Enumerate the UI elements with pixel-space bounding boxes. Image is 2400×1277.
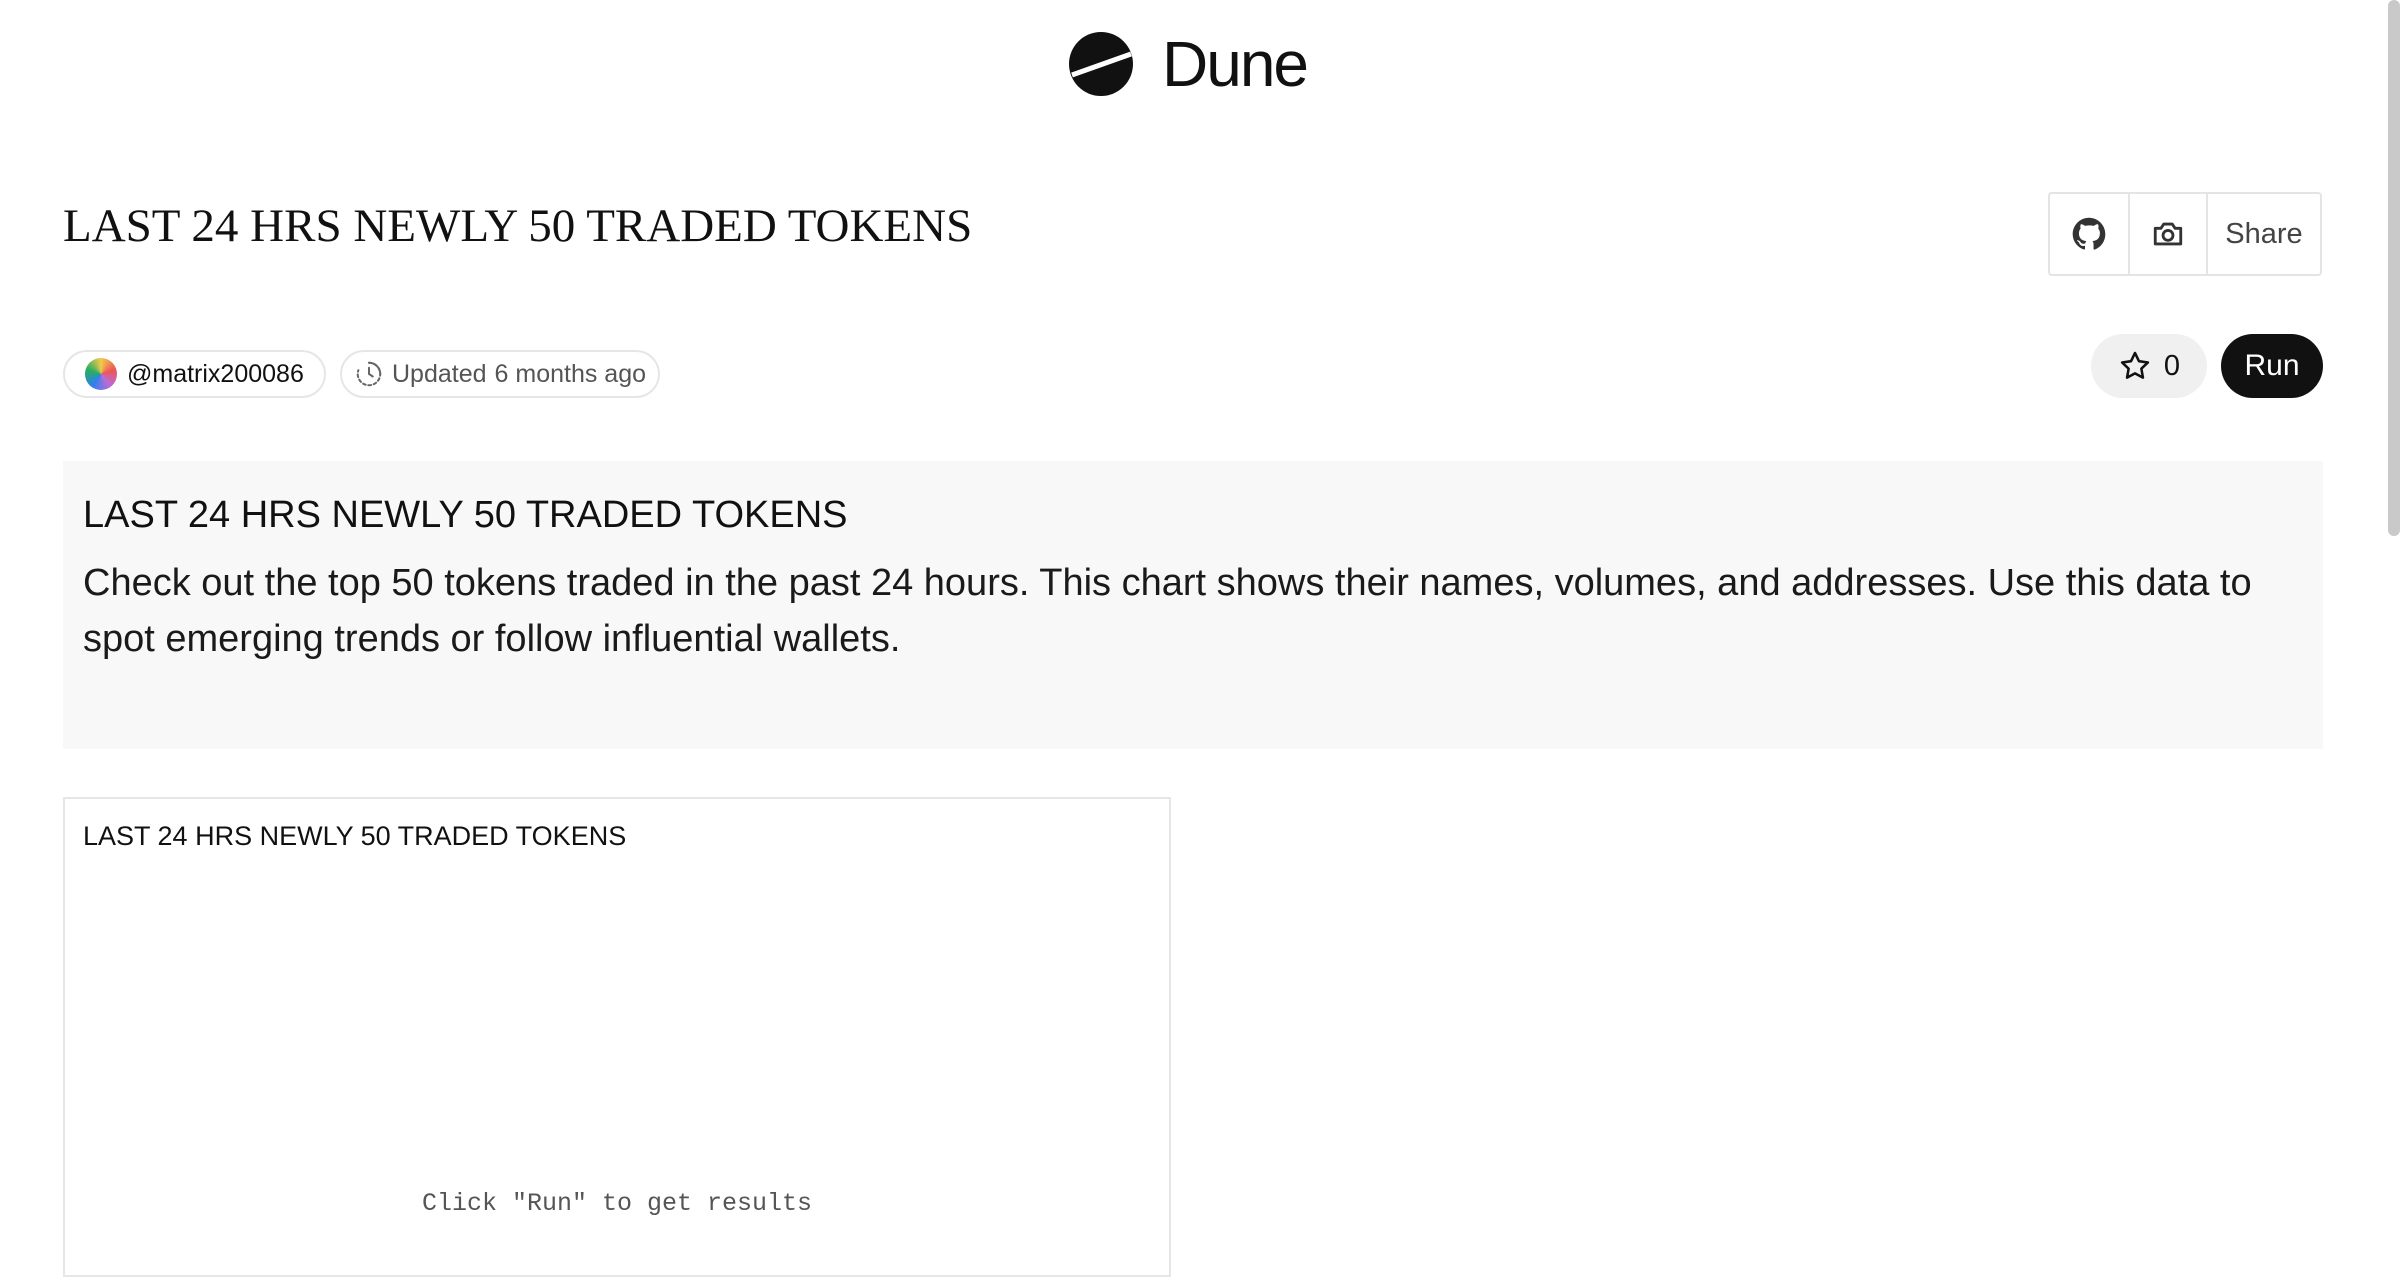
description-box: LAST 24 HRS NEWLY 50 TRADED TOKENS Check… bbox=[63, 461, 2323, 749]
empty-results-message: Click "Run" to get results bbox=[421, 1189, 813, 1218]
updated-time: 6 months ago bbox=[494, 359, 647, 388]
updated-label: Updated bbox=[392, 359, 487, 388]
star-count: 0 bbox=[2163, 349, 2181, 382]
description-heading: LAST 24 HRS NEWLY 50 TRADED TOKENS bbox=[83, 494, 848, 536]
visualization-widget: LAST 24 HRS NEWLY 50 TRADED TOKENS Click… bbox=[63, 797, 1171, 1277]
description-body: Check out the top 50 tokens traded in th… bbox=[83, 562, 2252, 660]
dune-logo[interactable]: Dune bbox=[1068, 28, 1309, 100]
author-name: @matrix200086 bbox=[127, 359, 304, 388]
updated-pill: Updated 6 months ago bbox=[340, 350, 661, 398]
author-pill[interactable]: @matrix200086 bbox=[63, 350, 326, 398]
page-title: LAST 24 HRS NEWLY 50 TRADED TOKENS bbox=[63, 200, 973, 252]
dune-logo-icon bbox=[1069, 32, 1133, 96]
camera-icon bbox=[2153, 222, 2183, 246]
github-button[interactable] bbox=[2050, 194, 2128, 274]
star-icon bbox=[2120, 351, 2150, 379]
widget-title: LAST 24 HRS NEWLY 50 TRADED TOKENS bbox=[83, 821, 627, 851]
run-button[interactable]: Run bbox=[2221, 334, 2323, 398]
history-icon bbox=[356, 361, 382, 387]
github-icon bbox=[2072, 217, 2106, 250]
action-button-group: Share bbox=[2048, 192, 2322, 276]
star-button[interactable]: 0 bbox=[2091, 334, 2207, 398]
page-scrollbar[interactable] bbox=[2388, 0, 2400, 536]
screenshot-button[interactable] bbox=[2128, 194, 2206, 274]
share-button[interactable]: Share bbox=[2206, 194, 2320, 274]
avatar bbox=[85, 358, 117, 390]
brand-name: Dune bbox=[1162, 28, 1309, 100]
